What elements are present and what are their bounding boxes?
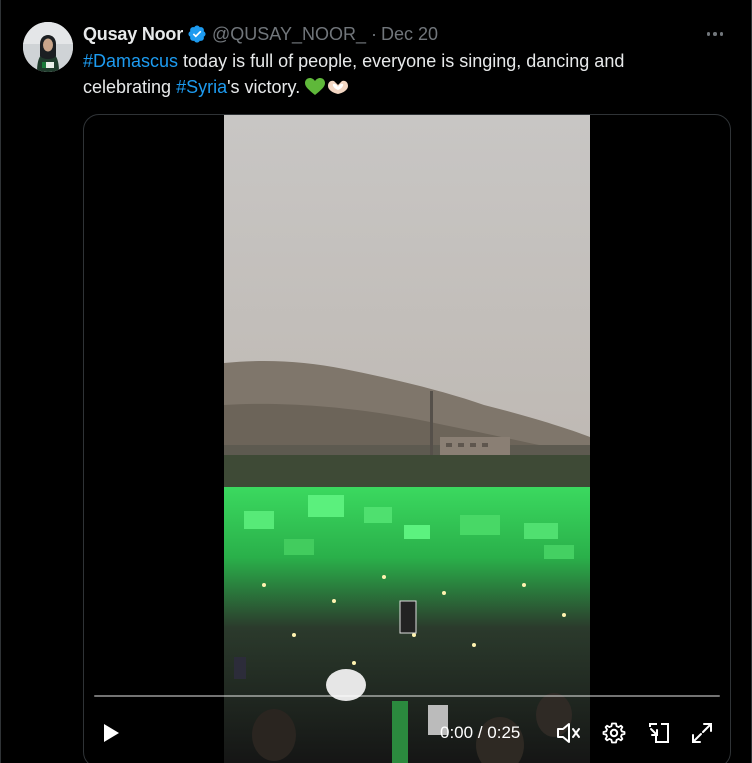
play-icon[interactable] xyxy=(96,713,126,753)
heart-hands-emoji-icon xyxy=(327,77,349,95)
avatar[interactable] xyxy=(23,22,73,72)
picture-in-picture-icon[interactable] xyxy=(644,713,674,753)
green-heart-emoji-icon xyxy=(305,77,326,95)
hashtag-damascus[interactable]: #Damascus xyxy=(83,51,178,71)
time-separator: / xyxy=(473,723,488,742)
separator-dot: · xyxy=(371,23,378,44)
tweet-date[interactable]: Dec 20 xyxy=(381,24,438,45)
settings-gear-icon[interactable] xyxy=(599,713,629,753)
current-time: 0:00 xyxy=(440,723,474,742)
muted-volume-icon[interactable] xyxy=(554,713,584,753)
fullscreen-icon[interactable] xyxy=(687,713,717,753)
tweet-card[interactable]: Qusay Noor @QUSAY_NOOR_ · Dec 20 #Damasc… xyxy=(0,0,752,763)
author-handle[interactable]: @QUSAY_NOOR_ xyxy=(212,24,366,45)
tweet-text-part: 's victory. xyxy=(227,77,306,97)
more-options-icon[interactable] xyxy=(703,22,727,46)
video-progress-bar[interactable] xyxy=(94,695,720,697)
video-time: 0:00 / 0:25 xyxy=(440,713,520,753)
video-controls: 0:00 / 0:25 xyxy=(84,713,730,753)
video-player[interactable]: 0:00 / 0:25 xyxy=(83,114,731,763)
author-name[interactable]: Qusay Noor xyxy=(83,24,183,45)
tweet-text: #Damascus today is full of people, every… xyxy=(83,48,703,100)
duration: 0:25 xyxy=(487,723,521,742)
tweet-header: Qusay Noor @QUSAY_NOOR_ · Dec 20 xyxy=(83,22,438,46)
hashtag-syria[interactable]: #Syria xyxy=(176,77,227,97)
verified-badge-icon[interactable] xyxy=(187,24,207,44)
video-frame[interactable] xyxy=(224,115,590,763)
